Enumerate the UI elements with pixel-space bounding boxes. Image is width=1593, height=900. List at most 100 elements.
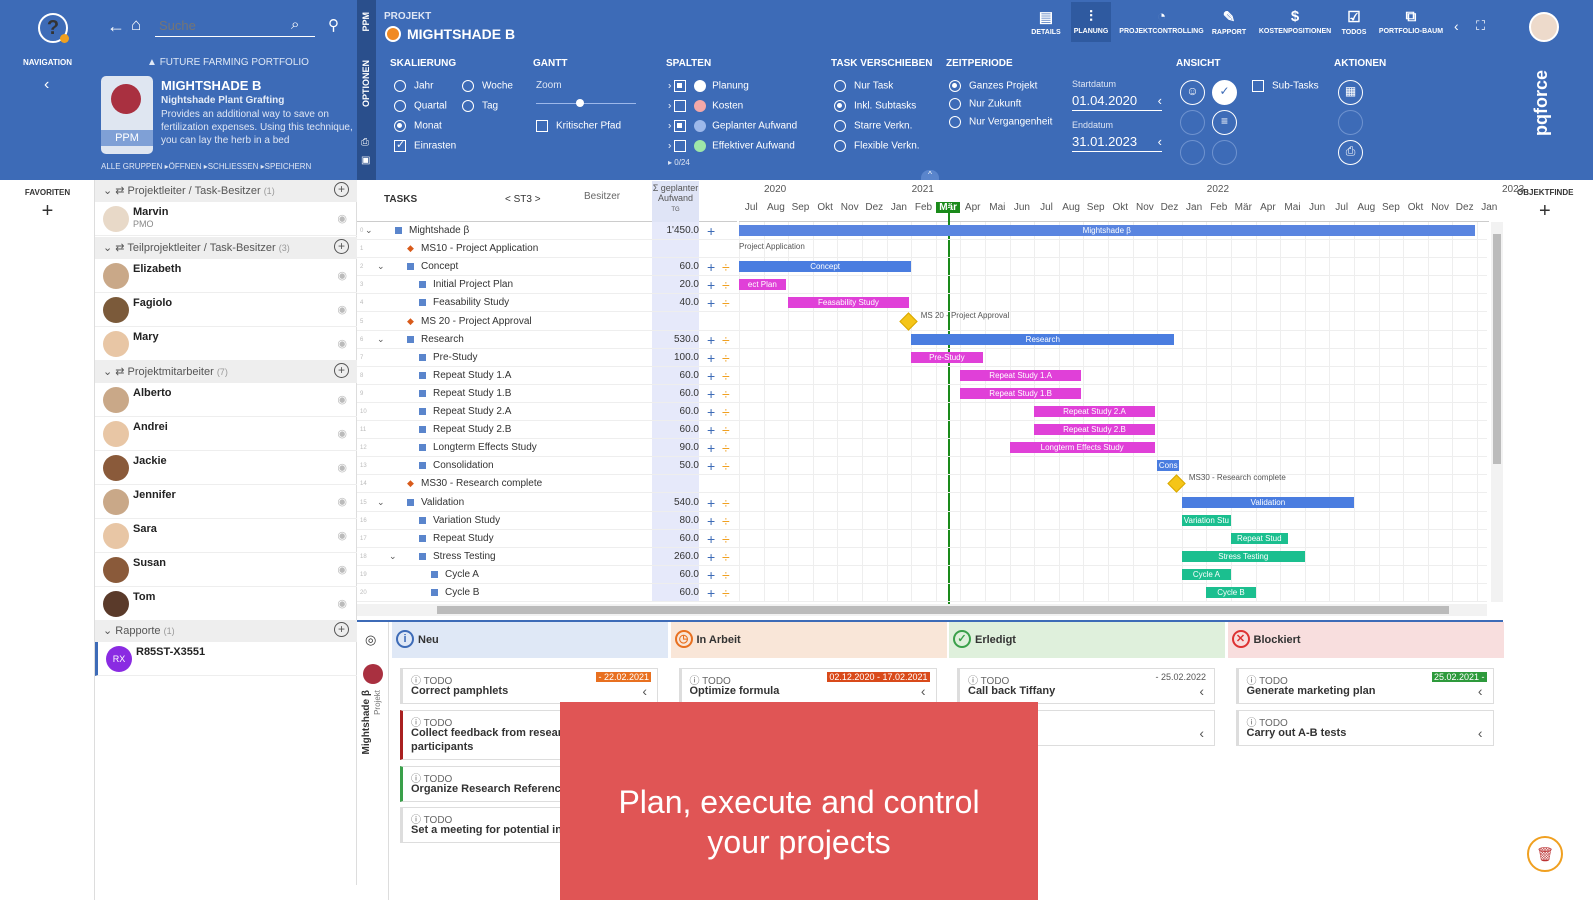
table-row[interactable]: 19 Cycle A 60.0 + ÷ <box>357 566 1487 584</box>
move-task-icon[interactable]: ÷ <box>722 494 730 512</box>
task-name[interactable]: MS10 - Project Application <box>421 243 538 254</box>
table-row[interactable]: 2 ⌄ Concept 60.0 + ÷ <box>357 258 1487 277</box>
move-task-icon[interactable]: ÷ <box>722 367 730 385</box>
task-name[interactable]: Longterm Effects Study <box>433 442 537 453</box>
gantt-bar-stress[interactable]: Stress Testing <box>1181 550 1305 562</box>
todo-card[interactable]: ⓘ TODO Optimize formula 02.12.2020 - 17.02… <box>678 668 937 704</box>
expand-chevron-icon[interactable]: ⌄ <box>377 261 385 272</box>
person-jennifer[interactable]: Jennifer ◉ <box>95 485 357 519</box>
add-task-icon[interactable]: + <box>707 258 715 276</box>
table-row[interactable]: 3 Initial Project Plan 20.0 + ÷ <box>357 276 1487 295</box>
radio-tag[interactable]: Tag <box>462 100 498 112</box>
add-task-icon[interactable]: + <box>707 439 715 457</box>
add-task-icon[interactable]: + <box>707 222 715 240</box>
move-task-icon[interactable]: ÷ <box>722 457 730 475</box>
start-date-field[interactable]: 01.04.2020 ‹ <box>1072 93 1162 111</box>
add-task-icon[interactable]: + <box>707 294 715 312</box>
eye-icon[interactable]: ◉ <box>337 461 347 474</box>
task-name[interactable]: Cycle A <box>445 569 479 580</box>
eye-icon[interactable]: ◉ <box>337 427 347 440</box>
fullscreen-icon[interactable]: ⛶ <box>1476 18 1485 34</box>
task-name[interactable]: Validation <box>421 497 464 508</box>
gantt-bar-cons[interactable]: Cons <box>1157 460 1180 472</box>
hscroll-thumb[interactable] <box>437 606 1449 614</box>
tab-details[interactable]: ▤ DETAILS <box>1026 8 1066 36</box>
task-name[interactable]: Repeat Study <box>433 533 494 544</box>
move-task-icon[interactable]: ÷ <box>722 548 730 566</box>
person-elizabeth[interactable]: Elizabeth ◉ <box>95 259 357 293</box>
add-task-icon[interactable]: + <box>707 457 715 475</box>
view-check-icon[interactable]: ✓ <box>1212 80 1237 105</box>
group-projektmitarbeiter[interactable]: ⌄ ⇄ Projektmitarbeiter (7) + <box>95 361 357 383</box>
task-name[interactable]: Research <box>421 334 464 345</box>
report-item[interactable]: RX R85ST-X3551 <box>95 642 357 676</box>
gantt-bar-rep[interactable]: Repeat Stud <box>1231 532 1288 544</box>
task-name[interactable]: Concept <box>421 261 458 272</box>
add-task-icon[interactable]: + <box>707 548 715 566</box>
move-task-icon[interactable]: ÷ <box>722 276 730 294</box>
portfolio-label[interactable]: ▲ FUTURE FARMING PORTFOLIO <box>147 57 309 68</box>
group-teilprojektleiter[interactable]: ⌄ ⇄ Teilprojektleiter / Task-Besitzer (3… <box>95 237 357 259</box>
eye-icon[interactable]: ◉ <box>337 597 347 610</box>
add-task-icon[interactable]: + <box>707 512 715 530</box>
add-favorite-icon[interactable]: + <box>0 200 95 223</box>
radio-inkl-subtasks[interactable]: Inkl. Subtasks <box>834 100 916 112</box>
col-geplant[interactable]: › Geplanter Aufwand <box>668 120 797 132</box>
checkbox-kritischer-pfad[interactable]: Kritischer Pfad <box>536 120 621 132</box>
task-name[interactable]: Repeat Study 1.B <box>433 388 511 399</box>
tab-projektcontrolling[interactable]: ◔ PROJEKTCONTROLLING <box>1119 8 1204 35</box>
table-row[interactable]: 10 Repeat Study 2.A 60.0 + ÷ <box>357 403 1487 421</box>
table-row[interactable]: 8 Repeat Study 1.A 60.0 + ÷ <box>357 367 1487 385</box>
move-task-icon[interactable]: ÷ <box>722 530 730 548</box>
gantt-bar-valid[interactable]: Validation <box>1181 496 1354 508</box>
move-task-icon[interactable]: ÷ <box>722 439 730 457</box>
add-projektleiter-icon[interactable]: + <box>334 182 349 197</box>
col-planung[interactable]: › Planung <box>668 80 749 92</box>
add-object-icon[interactable]: + <box>1539 200 1551 223</box>
todo-card[interactable]: ⓘ TODO Correct pamphlets - 22.02.2021 ‹ <box>400 668 658 704</box>
task-name[interactable]: Repeat Study 2.B <box>433 424 511 435</box>
user-avatar[interactable] <box>1529 12 1559 42</box>
col-kosten[interactable]: › Kosten <box>668 100 743 112</box>
table-row[interactable]: 12 Longterm Effects Study 90.0 + ÷ <box>357 439 1487 458</box>
group-rapporte[interactable]: ⌄ Rapporte (1) + <box>95 620 357 642</box>
col-effektiv[interactable]: › Effektiver Aufwand <box>668 140 795 152</box>
gantt-bar-ca[interactable]: Cycle A <box>1181 568 1231 580</box>
eye-icon[interactable]: ◉ <box>337 337 347 350</box>
back-arrow-icon[interactable]: ← <box>107 16 125 37</box>
pdf-export-icon[interactable]: ⎙ <box>1338 140 1363 165</box>
card-chevron-icon[interactable]: ‹ <box>1199 683 1204 699</box>
task-name[interactable]: Consolidation <box>433 460 494 471</box>
table-row[interactable]: 20 Cycle B 60.0 + ÷ <box>357 584 1487 602</box>
trash-icon[interactable]: 🗑 <box>1527 836 1563 872</box>
print-icon[interactable]: ⎙ <box>361 137 369 148</box>
tab-rapport[interactable]: ✎ RAPPORT <box>1210 8 1248 36</box>
eye-icon[interactable]: ◉ <box>337 303 347 316</box>
add-task-icon[interactable]: + <box>707 584 715 602</box>
task-name[interactable]: Stress Testing <box>433 551 496 562</box>
radio-monat[interactable]: Monat <box>394 120 442 132</box>
move-task-icon[interactable]: ÷ <box>722 331 730 349</box>
person-sara[interactable]: Sara ◉ <box>95 519 357 553</box>
gantt-bar-cb[interactable]: Cycle B <box>1206 587 1256 598</box>
chevron-left-icon[interactable]: ‹ <box>1454 18 1459 34</box>
person-susan[interactable]: Susan ◉ <box>95 553 357 587</box>
end-date-field[interactable]: 31.01.2023 ‹ <box>1072 134 1162 152</box>
gantt-bar-r1b[interactable]: Repeat Study 1.B <box>960 387 1081 399</box>
task-name[interactable]: Initial Project Plan <box>433 279 513 290</box>
collapse-nav-icon[interactable]: ‹ <box>44 76 49 94</box>
card-chevron-icon[interactable]: ‹ <box>1199 725 1204 741</box>
zoom-slider[interactable] <box>536 103 636 104</box>
person-tom[interactable]: Tom ◉ <box>95 587 357 621</box>
eye-icon[interactable]: ◉ <box>337 563 347 576</box>
move-task-icon[interactable]: ÷ <box>722 349 730 367</box>
st-selector[interactable]: < ST3 > <box>505 194 541 205</box>
task-name[interactable]: Variation Study <box>433 515 500 526</box>
collapse-options-icon[interactable]: ^ <box>921 170 939 180</box>
card-chevron-icon[interactable]: ‹ <box>1478 683 1483 699</box>
gantt-bar-long[interactable]: Longterm Effects Study <box>1009 442 1155 454</box>
tab-planung[interactable]: ⫶ PLANUNG <box>1071 2 1111 42</box>
expand-chevron-icon[interactable]: ⌄ <box>389 551 397 562</box>
expand-chevron-icon[interactable]: ⌄ <box>377 497 385 508</box>
table-row[interactable]: 18 ⌄ Stress Testing 260.0 + ÷ <box>357 548 1487 566</box>
